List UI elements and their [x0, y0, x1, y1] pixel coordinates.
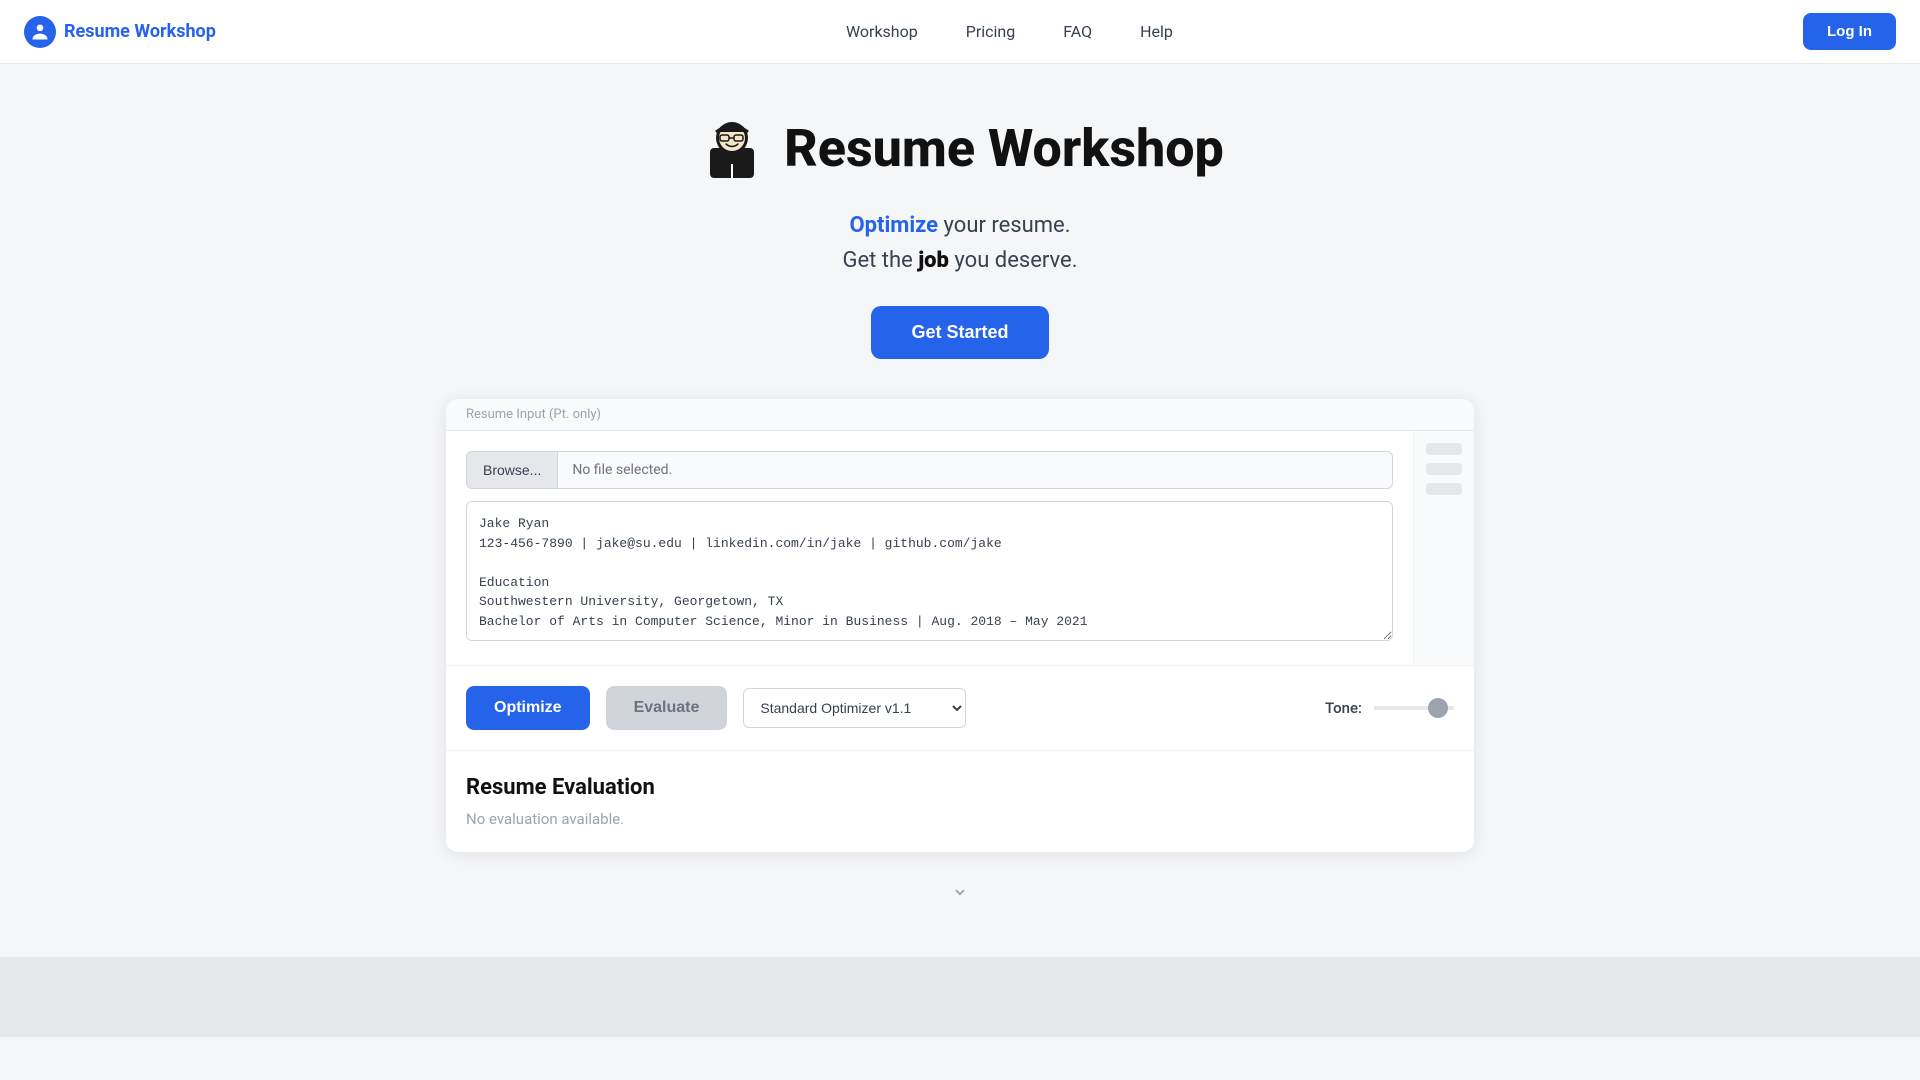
hero-subtitle-line2-start: Get the	[842, 248, 918, 273]
bottom-section	[0, 957, 1920, 1037]
evaluation-section: Resume Evaluation No evaluation availabl…	[446, 750, 1474, 852]
hero-subtitle-line2-end: you deserve.	[954, 248, 1077, 273]
nav-link-workshop[interactable]: Workshop	[846, 22, 918, 41]
browse-button[interactable]: Browse...	[467, 452, 558, 488]
brand-icon	[24, 16, 56, 48]
scroll-indicator: ⌄	[951, 852, 969, 917]
hero-section: Resume Workshop Optimize your resume. Ge…	[0, 64, 1920, 949]
main-card-container: Resume Input (Pt. only) Browse... No fil…	[430, 399, 1490, 852]
hero-logo: Resume Workshop	[696, 112, 1224, 184]
nav-link-pricing[interactable]: Pricing	[966, 22, 1016, 41]
action-bar: Optimize Evaluate Standard Optimizer v1.…	[446, 665, 1474, 750]
nav-link-faq[interactable]: FAQ	[1063, 22, 1092, 41]
brand-link[interactable]: Resume Workshop	[24, 16, 216, 48]
tone-label: Tone:	[1325, 699, 1362, 717]
hero-mascot-icon	[696, 112, 768, 184]
tone-section: Tone:	[1325, 699, 1454, 717]
optimize-button[interactable]: Optimize	[466, 686, 590, 730]
evaluate-button[interactable]: Evaluate	[606, 686, 728, 730]
card-left-panel: Browse... No file selected. Jake Ryan 12…	[446, 431, 1414, 665]
file-input-row: Browse... No file selected.	[466, 451, 1393, 489]
card-header-bar: Resume Input (Pt. only)	[446, 399, 1474, 431]
right-placeholder-3	[1426, 483, 1462, 495]
navbar: Resume Workshop Workshop Pricing FAQ Hel…	[0, 0, 1920, 64]
hero-subtitle-line1: your resume.	[944, 213, 1071, 238]
right-placeholder-1	[1426, 443, 1462, 455]
card-right-panel	[1414, 431, 1474, 665]
card-header-text: Resume Input (Pt. only)	[466, 407, 601, 422]
nav-link-help[interactable]: Help	[1140, 22, 1173, 41]
brand-text: Resume Workshop	[64, 21, 216, 42]
chevron-down-icon: ⌄	[951, 876, 969, 901]
tone-slider[interactable]	[1374, 706, 1454, 710]
optimizer-select[interactable]: Standard Optimizer v1.1 Advanced Optimiz…	[743, 688, 966, 728]
hero-subtitle-optimize: Optimize	[849, 213, 938, 238]
hero-subtitle-job: job	[918, 248, 949, 273]
main-card: Resume Input (Pt. only) Browse... No fil…	[446, 399, 1474, 852]
hero-title: Resume Workshop	[784, 118, 1224, 179]
resume-textarea[interactable]: Jake Ryan 123-456-7890 | jake@su.edu | l…	[466, 501, 1393, 641]
evaluation-empty-text: No evaluation available.	[466, 810, 1454, 828]
login-button[interactable]: Log In	[1803, 13, 1896, 50]
nav-links: Workshop Pricing FAQ Help	[846, 22, 1173, 41]
evaluation-title: Resume Evaluation	[466, 775, 1454, 800]
get-started-button[interactable]: Get Started	[871, 306, 1048, 359]
hero-subtitle: Optimize your resume. Get the job you de…	[842, 208, 1077, 278]
file-name-display: No file selected.	[558, 452, 1392, 488]
card-inner: Browse... No file selected. Jake Ryan 12…	[446, 431, 1474, 665]
right-placeholder-2	[1426, 463, 1462, 475]
